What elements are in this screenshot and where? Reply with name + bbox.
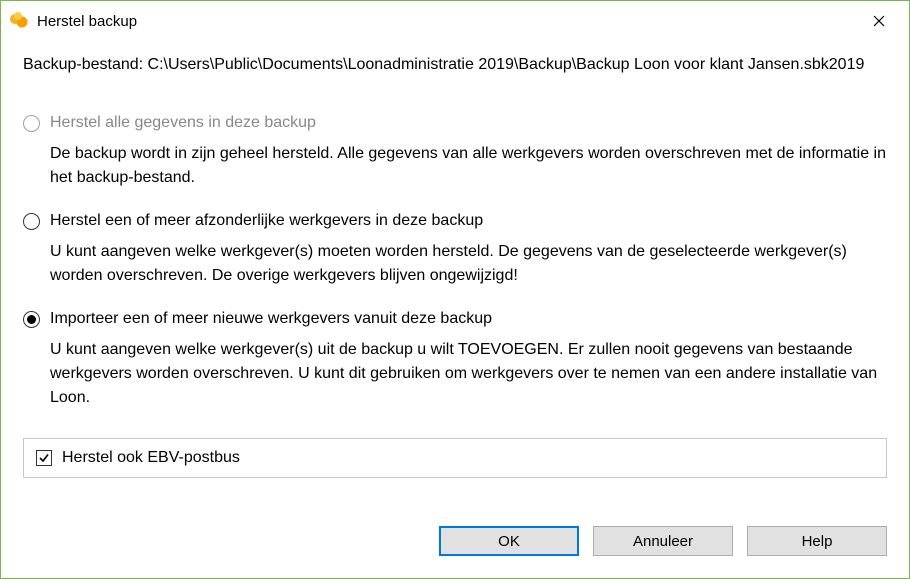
dialog-content: Backup-bestand: C:\Users\Public\Document… [1,41,909,508]
app-icon [9,11,29,31]
dialog-button-row: OK Annuleer Help [1,508,909,578]
ebv-checkbox-row: Herstel ook EBV-postbus [23,438,887,478]
radio-import-new[interactable] [23,311,40,328]
radio-import-new-desc: U kunt aangeven welke werkgever(s) uit d… [23,338,887,410]
option-restore-some: Herstel een of meer afzonderlijke werkge… [23,212,887,288]
window-title: Herstel backup [37,13,859,30]
dialog-window: Herstel backup Backup-bestand: C:\Users\… [0,0,910,579]
close-icon [873,15,885,27]
ebv-checkbox-label[interactable]: Herstel ook EBV-postbus [62,449,240,467]
restore-options-group: Herstel alle gegevens in deze backup De … [23,114,887,410]
radio-restore-some-label[interactable]: Herstel een of meer afzonderlijke werkge… [50,212,483,230]
close-button[interactable] [859,6,899,36]
radio-import-new-label[interactable]: Importeer een of meer nieuwe werkgevers … [50,310,492,328]
ok-button[interactable]: OK [439,526,579,556]
radio-restore-some-desc: U kunt aangeven welke werkgever(s) moete… [23,240,887,288]
check-icon [38,452,50,464]
ebv-checkbox[interactable] [36,450,52,466]
radio-restore-all-label: Herstel alle gegevens in deze backup [50,114,316,132]
option-restore-all: Herstel alle gegevens in deze backup De … [23,114,887,190]
radio-restore-some[interactable] [23,213,40,230]
option-import-new: Importeer een of meer nieuwe werkgevers … [23,310,887,410]
titlebar: Herstel backup [1,1,909,41]
backup-file-path: Backup-bestand: C:\Users\Public\Document… [23,53,887,76]
radio-restore-all [23,115,40,132]
cancel-button[interactable]: Annuleer [593,526,733,556]
radio-restore-all-desc: De backup wordt in zijn geheel hersteld.… [23,142,887,190]
help-button[interactable]: Help [747,526,887,556]
